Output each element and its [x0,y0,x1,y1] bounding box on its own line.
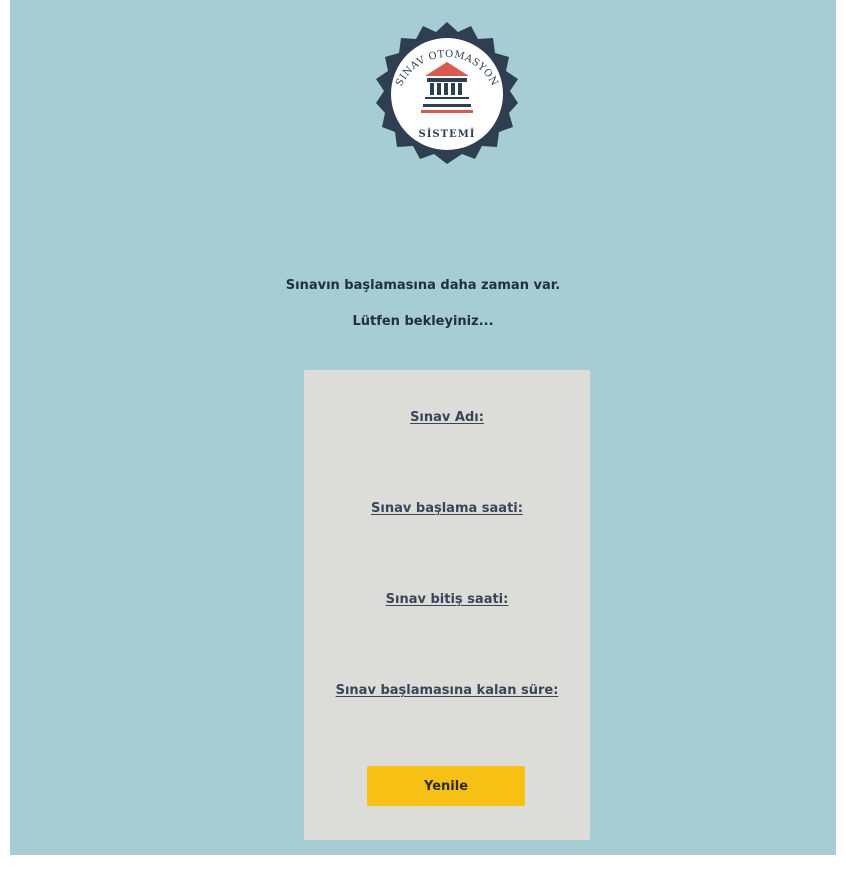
refresh-button[interactable]: Yenile [367,766,525,806]
exam-end-time-label: Sınav bitiş saati: [385,592,509,607]
seal-bottom-text: SİSTEMİ [419,127,476,140]
exam-name-label: Sınav Adı: [410,410,484,425]
logo-seal-icon: SINAV OTOMASYON SİSTEMİ [376,22,518,164]
page-background: SINAV OTOMASYON SİSTEMİ Sınavın başlamas… [10,0,836,855]
exam-info-card: Sınav Adı: Sınav başlama saati: Sınav bi… [304,370,590,840]
please-wait-message: Lütfen bekleyiniz... [352,314,494,329]
time-remaining-label: Sınav başlamasına kalan süre: [335,683,559,698]
exam-start-time-label: Sınav başlama saati: [371,501,523,516]
exam-not-started-message: Sınavın başlamasına daha zaman var. [285,278,561,293]
